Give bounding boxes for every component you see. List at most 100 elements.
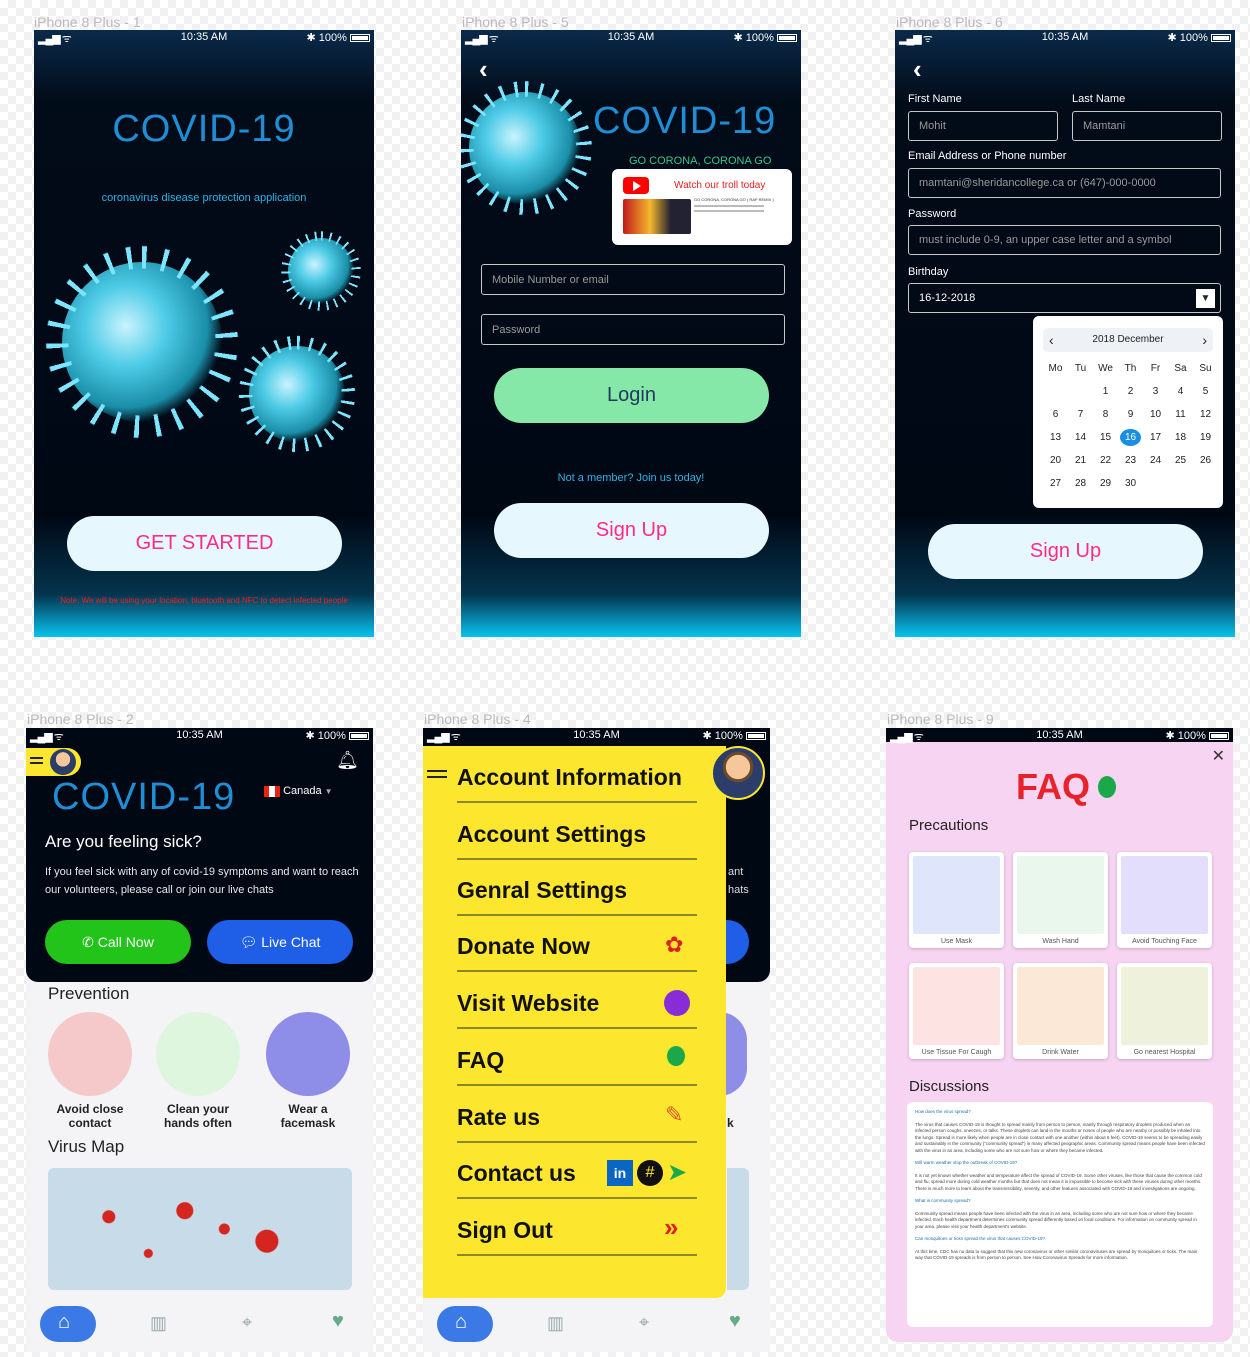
calendar-day[interactable]: 20	[1043, 452, 1068, 469]
calendar-day[interactable]: 28	[1068, 475, 1093, 492]
back-icon[interactable]: ‹	[479, 54, 488, 85]
login-button[interactable]: Login	[494, 368, 769, 423]
signup-button[interactable]: Sign Up	[928, 524, 1203, 579]
slack-icon[interactable]: #	[637, 1160, 663, 1186]
calendar-day[interactable]: 4	[1168, 383, 1193, 400]
birthday-field[interactable]: 16-12-2018 ▼	[908, 283, 1221, 313]
virus-map[interactable]	[48, 1168, 352, 1290]
menu-account-settings[interactable]: Account Settings	[457, 821, 697, 848]
back-icon[interactable]: ‹	[913, 54, 922, 85]
avatar[interactable]	[50, 749, 76, 775]
faq-question-4[interactable]: Can mosquitoes or ticks spread the virus…	[915, 1236, 1205, 1243]
calendar-day[interactable]: 21	[1068, 452, 1093, 469]
calendar-day[interactable]: 9	[1118, 406, 1143, 423]
calendar-day[interactable]: 8	[1093, 406, 1118, 423]
menu-visit-website[interactable]: Visit Website	[457, 990, 697, 1017]
virus-image-small	[288, 238, 354, 304]
donate-icon[interactable]: ♥	[729, 1310, 741, 1333]
menu-donate-now[interactable]: Donate Now	[457, 933, 697, 960]
menu-general-settings[interactable]: Genral Settings	[457, 877, 697, 904]
donate-icon[interactable]: ♥	[332, 1310, 344, 1333]
calendar-day-selected[interactable]: 16	[1120, 429, 1141, 446]
calendar-day[interactable]: 3	[1143, 383, 1168, 400]
calendar-day[interactable]: 15	[1093, 429, 1118, 446]
virus-image	[469, 92, 581, 204]
avatar[interactable]	[711, 746, 765, 800]
frame-label-4: iPhone 8 Plus - 4	[424, 711, 531, 727]
calendar-day[interactable]: 2	[1118, 383, 1143, 400]
first-name-field[interactable]: Mohit	[908, 111, 1058, 141]
calendar-day[interactable]: 18	[1168, 429, 1193, 446]
location-icon[interactable]: ⌖	[639, 1312, 649, 1333]
calendar-day[interactable]: 1	[1093, 383, 1118, 400]
calendar-day[interactable]: 10	[1143, 406, 1168, 423]
calendar-day[interactable]: 5	[1193, 383, 1218, 400]
side-menu: Account Information Account Settings Gen…	[423, 746, 726, 1298]
calendar-day[interactable]: 24	[1143, 452, 1168, 469]
menu-icon[interactable]	[26, 748, 81, 776]
bell-icon[interactable]: 🔔︎	[336, 750, 359, 771]
calendar-day[interactable]: 19	[1193, 429, 1218, 446]
faq-question-3[interactable]: What is community spread?	[915, 1198, 1205, 1205]
calendar-day[interactable]: 17	[1143, 429, 1168, 446]
calendar-day[interactable]: 7	[1068, 406, 1093, 423]
password-field[interactable]: must include 0-9, an upper case letter a…	[908, 225, 1221, 255]
home-tab[interactable]: ⌂	[437, 1306, 493, 1342]
weekday-label: Su	[1199, 363, 1212, 374]
calendar-day[interactable]: 11	[1168, 406, 1193, 423]
calendar-day[interactable]: 12	[1193, 406, 1218, 423]
screen-menu: ant hats k Account Information Account S…	[423, 728, 770, 1300]
stats-icon[interactable]: ▥	[150, 1313, 167, 1334]
card-use-tissue[interactable]: Use Tissue For Caugh	[909, 963, 1004, 1059]
home-tab[interactable]: ⌂	[40, 1306, 96, 1342]
location-icon[interactable]: ⌖	[242, 1312, 252, 1333]
last-name-field[interactable]: Mamtani	[1072, 111, 1222, 141]
bottom-nav: ⌂ ▥ ⌖ ♥	[26, 1306, 373, 1352]
calendar-day[interactable]: 13	[1043, 429, 1068, 446]
close-icon[interactable]: ✕	[1212, 746, 1225, 766]
background-text-peek-2: hats	[728, 884, 749, 896]
live-chat-button[interactable]: 💬︎ Live Chat	[207, 920, 353, 964]
calendar-day[interactable]: 6	[1043, 406, 1068, 423]
faq-answer-3: Community spread means people have been …	[915, 1210, 1197, 1229]
email-field[interactable]: mamtani@sheridancollege.ca or (647)-000-…	[908, 168, 1221, 198]
card-nearest-hospital[interactable]: Go nearest Hospital	[1117, 963, 1212, 1059]
get-started-button[interactable]: GET STARTED	[67, 516, 342, 571]
battery-icon: ✱ 100%	[1166, 729, 1229, 742]
card-use-mask[interactable]: Use Mask	[909, 852, 1004, 948]
linkedin-icon[interactable]: in	[607, 1160, 633, 1186]
calendar-day[interactable]: 23	[1118, 452, 1143, 469]
screen-signup: ▂▄▆ ᯤ 10:35 AM ✱ 100% ‹ First Name Last …	[895, 30, 1235, 637]
calendar-day[interactable]: 25	[1168, 452, 1193, 469]
calendar-day[interactable]: 22	[1093, 452, 1118, 469]
next-month-icon[interactable]: ›	[1202, 328, 1207, 352]
calendar-day[interactable]: 29	[1093, 475, 1118, 492]
battery-icon: ✱ 100%	[734, 31, 797, 44]
prev-month-icon[interactable]: ‹	[1049, 328, 1054, 352]
menu-rate-us[interactable]: Rate us	[457, 1104, 697, 1131]
menu-icon[interactable]	[427, 770, 447, 772]
calendar-day[interactable]: 27	[1043, 475, 1068, 492]
chevron-down-icon[interactable]: ▼	[1196, 289, 1215, 308]
card-wash-hand[interactable]: Wash Hand	[1013, 852, 1108, 948]
country-selector[interactable]: Canada ▼	[264, 785, 333, 797]
menu-account-information[interactable]: Account Information	[457, 764, 697, 791]
calendar-day[interactable]: 30	[1118, 475, 1143, 492]
faq-question-1[interactable]: How does the virus spread?	[915, 1109, 1205, 1116]
calendar-day[interactable]: 26	[1193, 452, 1218, 469]
card-avoid-touching-face[interactable]: Avoid Touching Face	[1117, 852, 1212, 948]
video-card[interactable]: Watch our troll today GO CORONA, CORONA …	[612, 169, 792, 245]
calendar-day[interactable]: 14	[1068, 429, 1093, 446]
signup-button[interactable]: Sign Up	[494, 503, 769, 558]
prevention-label-distance: Avoid close contact	[56, 1102, 124, 1130]
faq-question-2[interactable]: Will warm weather stop the outbreak of C…	[915, 1160, 1205, 1167]
menu-faq[interactable]: FAQ	[457, 1047, 697, 1074]
password-input[interactable]: Password	[481, 314, 785, 345]
call-now-button[interactable]: ✆ Call Now	[45, 920, 191, 964]
telegram-icon[interactable]: ➤	[667, 1158, 687, 1187]
card-drink-water[interactable]: Drink Water	[1013, 963, 1108, 1059]
stats-icon[interactable]: ▥	[547, 1313, 564, 1334]
faq-answer-1: The virus that causes COVID-19 is though…	[915, 1121, 1205, 1153]
menu-sign-out[interactable]: Sign Out	[457, 1217, 697, 1244]
email-input[interactable]: Mobile Number or email	[481, 264, 785, 295]
